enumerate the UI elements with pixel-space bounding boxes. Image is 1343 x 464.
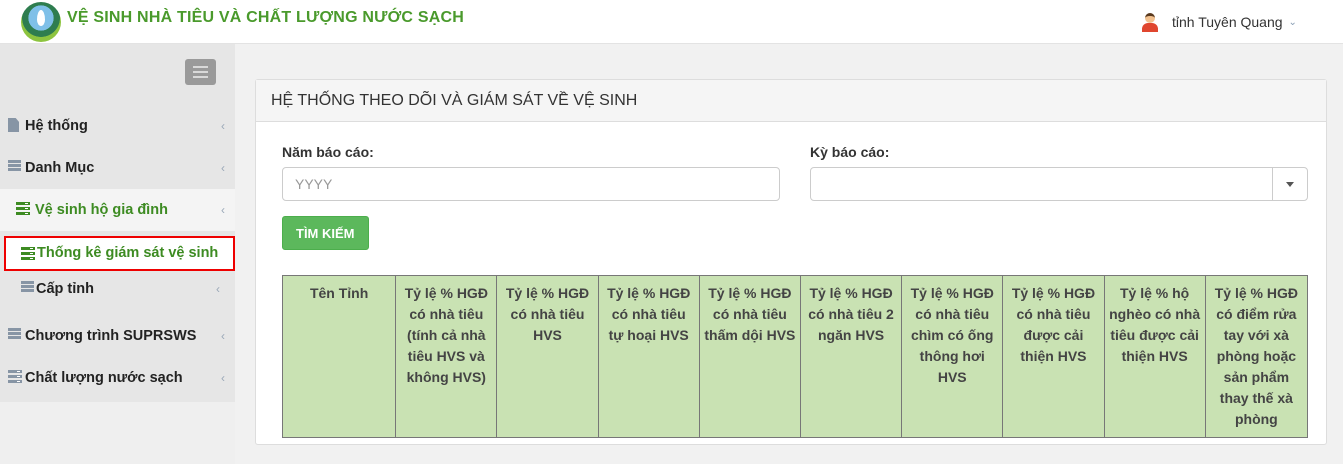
- column-header: Tỷ lệ % hộ nghèo có nhà tiêu được cải th…: [1103, 275, 1206, 438]
- sidebar-item-label: Hệ thống: [25, 118, 88, 134]
- column-header: Tỷ lệ % HGĐ có nhà tiêu chìm có ống thôn…: [901, 275, 1004, 438]
- sidebar-item-label: Cấp tỉnh: [36, 281, 94, 297]
- user-menu[interactable]: tỉnh Tuyên Quang ⌄: [1140, 12, 1297, 32]
- chevron-left-icon: ‹: [221, 161, 225, 175]
- year-input[interactable]: [282, 167, 780, 201]
- app-title: VỆ SINH NHÀ TIÊU VÀ CHẤT LƯỢNG NƯỚC SẠCH: [67, 9, 464, 26]
- caret-down-icon[interactable]: [1272, 168, 1307, 200]
- list-icon: [21, 281, 34, 295]
- sidebar-item-label: Chương trình SUPRSWS: [25, 328, 197, 344]
- stack-icon: [16, 202, 30, 216]
- chevron-left-icon: ‹: [221, 371, 225, 385]
- report-table: Tên Tỉnh Tỷ lệ % HGĐ có nhà tiêu (tính c…: [281, 275, 1309, 438]
- column-header: Tỷ lệ % HGĐ có nhà tiêu (tính cả nhà tiê…: [395, 275, 498, 438]
- sidebar-item-thong-ke-giam-sat-ve-sinh[interactable]: Thống kê giám sát vệ sinh: [4, 236, 235, 271]
- sidebar-item-label: Danh Mục: [25, 160, 95, 176]
- column-header: Tên Tỉnh: [281, 275, 397, 438]
- stack-icon: [21, 247, 35, 260]
- page-title: HỆ THỐNG THEO DÕI VÀ GIÁM SÁT VỀ VỆ SINH: [271, 92, 638, 109]
- avatar: [1140, 12, 1160, 32]
- sidebar-item-chuong-trinh-suprsws[interactable]: Chương trình SUPRSWS ‹: [0, 315, 235, 357]
- file-icon: [8, 118, 20, 132]
- user-name: tỉnh Tuyên Quang: [1172, 14, 1283, 30]
- column-header: Tỷ lệ % HGĐ có nhà tiêu tự hoại HVS: [597, 275, 700, 438]
- chevron-left-icon: ‹: [221, 329, 225, 343]
- sidebar-item-danh-muc[interactable]: Danh Mục ‹: [0, 147, 235, 189]
- chevron-left-icon: ‹: [216, 282, 220, 296]
- sidebar-item-label: Vệ sinh hộ gia đình: [35, 202, 168, 218]
- panel-header: HỆ THỐNG THEO DÕI VÀ GIÁM SÁT VỀ VỆ SINH: [256, 80, 1326, 122]
- column-header: Tỷ lệ % HGĐ có nhà tiêu thấm dội HVS: [698, 275, 801, 438]
- chevron-down-icon: ⌄: [1288, 16, 1297, 28]
- top-header: VỆ SINH NHÀ TIÊU VÀ CHẤT LƯỢNG NƯỚC SẠCH…: [0, 0, 1343, 44]
- table-header-row: Tên Tỉnh Tỷ lệ % HGĐ có nhà tiêu (tính c…: [281, 275, 1309, 438]
- chevron-left-icon: ‹: [221, 119, 225, 133]
- search-button[interactable]: TÌM KIẾM: [282, 216, 369, 250]
- sidebar-item-label: Chất lượng nước sạch: [25, 370, 183, 386]
- logo-icon: [21, 2, 61, 42]
- sidebar-toggle-button[interactable]: [185, 59, 216, 85]
- list-icon: [8, 328, 21, 342]
- list-icon: [8, 160, 21, 174]
- sidebar-item-ve-sinh-ho-gia-dinh[interactable]: Vệ sinh hộ gia đình ‹: [0, 189, 235, 231]
- column-header: Tỷ lệ % HGĐ có điểm rửa tay với xà phòng…: [1204, 275, 1309, 438]
- period-label: Kỳ báo cáo:: [810, 144, 890, 160]
- year-label: Năm báo cáo:: [282, 144, 374, 160]
- stack-icon: [8, 370, 22, 384]
- period-select[interactable]: [810, 167, 1308, 201]
- sidebar-item-label: Thống kê giám sát vệ sinh: [37, 245, 219, 261]
- column-header: Tỷ lệ % HGĐ có nhà tiêu HVS: [496, 275, 599, 438]
- sidebar-footer: [0, 402, 235, 464]
- column-header: Tỷ lệ % HGĐ có nhà tiêu 2 ngăn HVS: [799, 275, 903, 438]
- chevron-left-icon: ‹: [221, 203, 225, 217]
- sidebar-item-he-thong[interactable]: Hệ thống ‹: [0, 105, 235, 147]
- sidebar-item-cap-tinh[interactable]: Cấp tỉnh ‹: [0, 268, 235, 310]
- column-header: Tỷ lệ % HGĐ có nhà tiêu được cải thiện H…: [1002, 275, 1105, 438]
- sidebar-item-chat-luong-nuoc-sach[interactable]: Chất lượng nước sạch ‹: [0, 357, 235, 399]
